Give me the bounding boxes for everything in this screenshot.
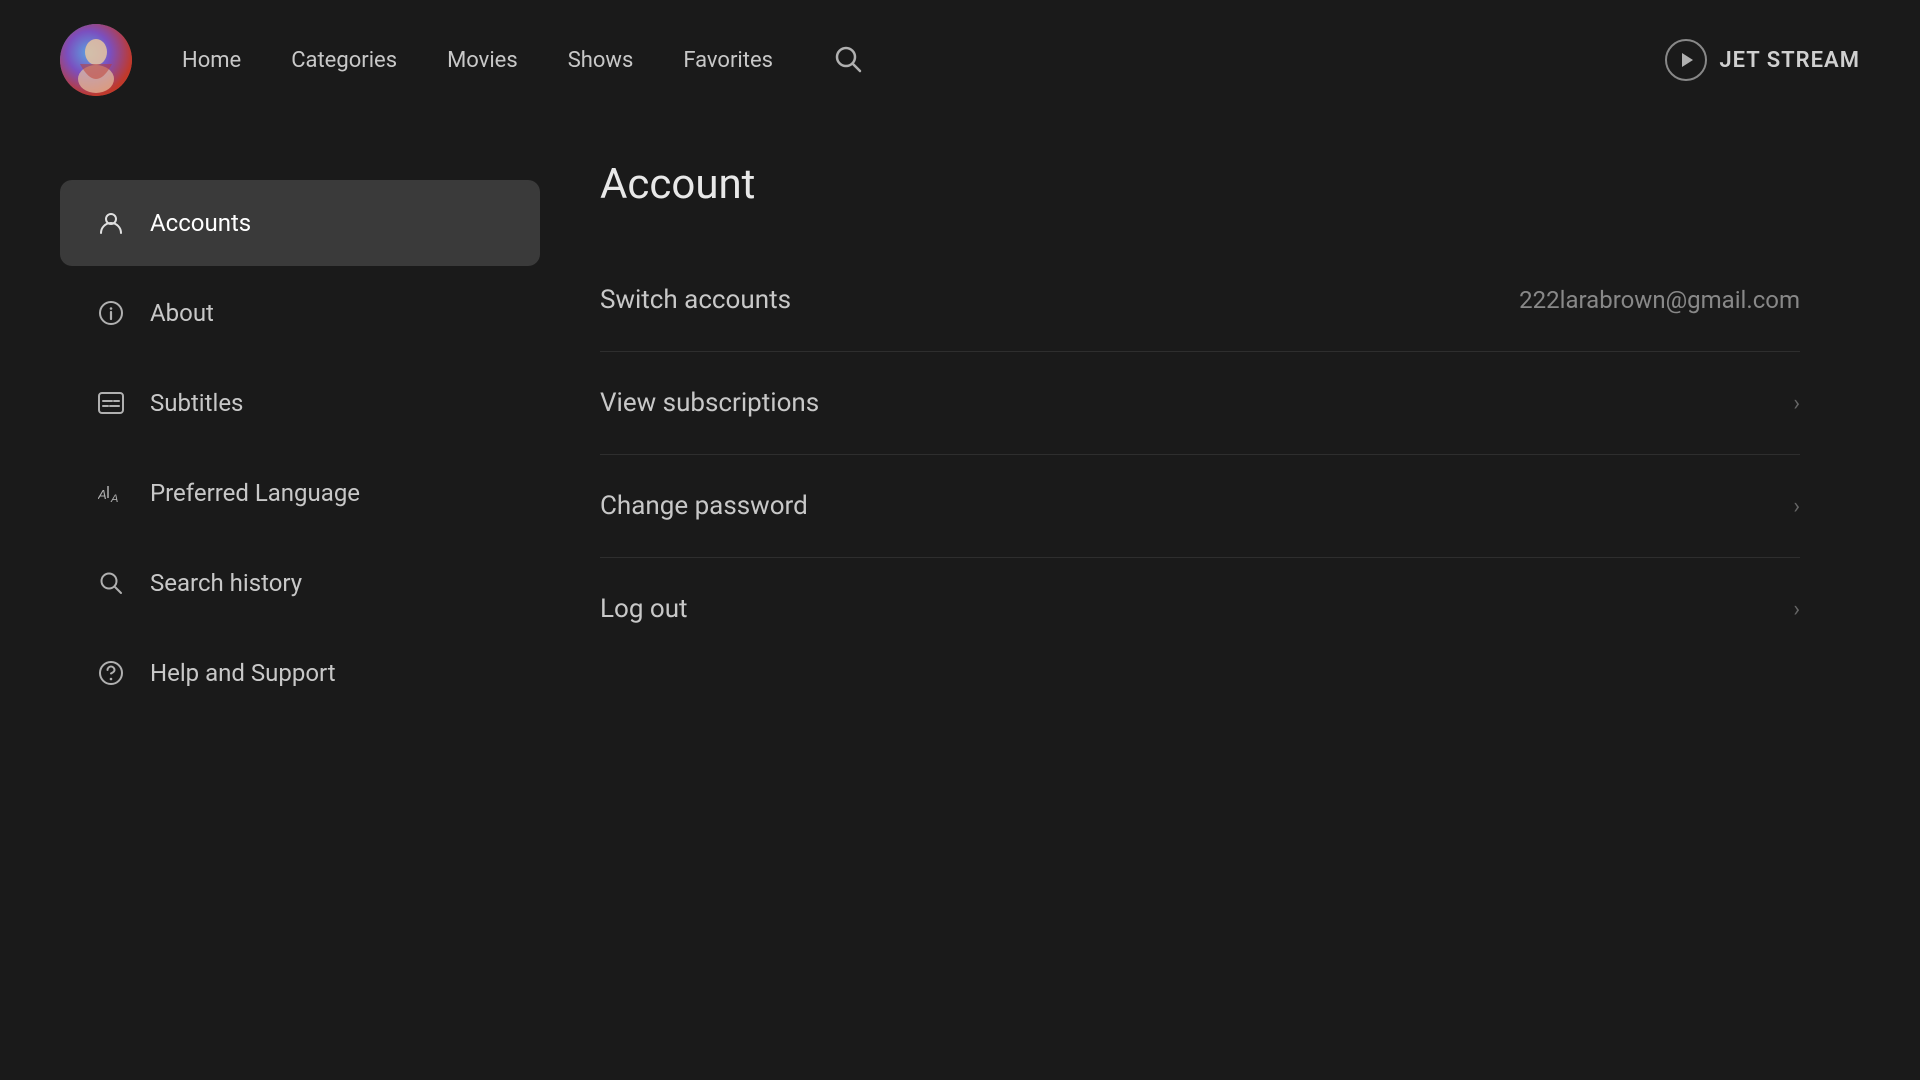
change-password-label: Change password: [600, 491, 808, 521]
subtitles-icon: [96, 388, 126, 418]
svg-text:A: A: [98, 487, 107, 502]
sidebar-item-preferred-language[interactable]: A A Preferred Language: [60, 450, 540, 536]
sidebar-label-about: About: [150, 299, 214, 327]
chevron-right-icon-3: ›: [1793, 597, 1800, 622]
sidebar-label-accounts: Accounts: [150, 209, 251, 237]
main-content: Accounts About: [0, 120, 1920, 1080]
view-subscriptions-left: View subscriptions: [600, 388, 819, 418]
chevron-right-icon: ›: [1793, 391, 1800, 416]
log-out-left: Log out: [600, 594, 688, 624]
sidebar-item-search-history[interactable]: Search history: [60, 540, 540, 626]
sidebar-item-accounts[interactable]: Accounts: [60, 180, 540, 266]
brand-play-icon: [1665, 39, 1707, 81]
switch-accounts-left: Switch accounts: [600, 285, 791, 315]
change-password-right: ›: [1793, 494, 1800, 519]
nav-home[interactable]: Home: [182, 48, 241, 73]
search-history-icon: [96, 568, 126, 598]
view-subscriptions-item[interactable]: View subscriptions ›: [600, 352, 1800, 455]
brand-name: JET STREAM: [1719, 48, 1860, 73]
change-password-item[interactable]: Change password ›: [600, 455, 1800, 558]
log-out-right: ›: [1793, 597, 1800, 622]
log-out-label: Log out: [600, 594, 688, 624]
switch-accounts-label: Switch accounts: [600, 285, 791, 315]
search-button[interactable]: [833, 44, 863, 77]
header: Home Categories Movies Shows Favorites J…: [0, 0, 1920, 120]
chevron-right-icon-2: ›: [1793, 494, 1800, 519]
translate-icon: A A: [96, 478, 126, 508]
search-icon: [833, 44, 863, 74]
brand: JET STREAM: [1665, 39, 1860, 81]
sidebar-label-help-and-support: Help and Support: [150, 659, 336, 687]
nav-categories[interactable]: Categories: [291, 48, 397, 73]
nav-movies[interactable]: Movies: [447, 48, 518, 73]
person-icon: [96, 208, 126, 238]
nav-favorites[interactable]: Favorites: [683, 48, 773, 73]
sidebar-item-help-and-support[interactable]: Help and Support: [60, 630, 540, 716]
log-out-item[interactable]: Log out ›: [600, 558, 1800, 660]
change-password-left: Change password: [600, 491, 808, 521]
sidebar-label-search-history: Search history: [150, 569, 302, 597]
sidebar-item-about[interactable]: About: [60, 270, 540, 356]
account-content: Account Switch accounts 222larabrown@gma…: [540, 160, 1860, 1040]
switch-accounts-value: 222larabrown@gmail.com: [1519, 286, 1800, 314]
sidebar: Accounts About: [60, 160, 540, 1040]
switch-accounts-item[interactable]: Switch accounts 222larabrown@gmail.com: [600, 249, 1800, 352]
sidebar-item-subtitles[interactable]: Subtitles: [60, 360, 540, 446]
nav-shows[interactable]: Shows: [568, 48, 634, 73]
switch-accounts-right: 222larabrown@gmail.com: [1519, 286, 1800, 314]
logo-avatar[interactable]: [60, 24, 132, 96]
nav-links: Home Categories Movies Shows Favorites: [182, 44, 1665, 77]
view-subscriptions-right: ›: [1793, 391, 1800, 416]
sidebar-label-subtitles: Subtitles: [150, 389, 243, 417]
info-icon: [96, 298, 126, 328]
view-subscriptions-label: View subscriptions: [600, 388, 819, 418]
content-title: Account: [600, 160, 1800, 209]
sidebar-label-preferred-language: Preferred Language: [150, 479, 360, 507]
help-icon: [96, 658, 126, 688]
svg-text:A: A: [110, 493, 118, 505]
